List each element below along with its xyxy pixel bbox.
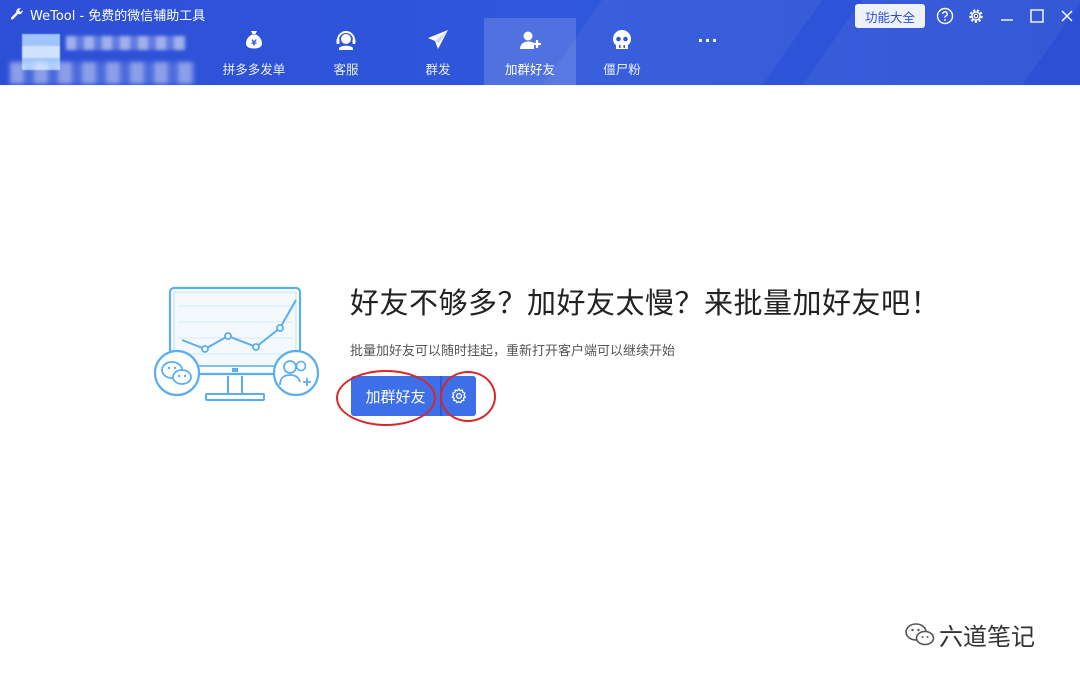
tab-pdd[interactable]: ¥ 拼多多发单 [208,18,300,85]
gear-icon [969,9,983,23]
watermark-text: 六道笔记 [939,623,1035,651]
title-bar: WeTool - 免费的微信辅助工具 ¥ 拼多多发单 客服 群发 加群好友 僵尸… [0,0,1080,85]
skull-icon [613,30,631,49]
tab-label: 拼多多发单 [222,62,286,77]
close-button[interactable] [1056,5,1078,27]
maximize-button[interactable] [1026,5,1048,27]
page-subtext: 批量加好友可以随时挂起，重新打开客户端可以继续开始 [350,344,676,359]
account-info-blurred [10,62,195,84]
wechat-icon [153,349,201,397]
monitor-illustration [153,286,320,401]
tab-label: 客服 [333,62,359,77]
tab-more[interactable]: ··· [668,18,748,85]
watermark: 六道笔记 [905,617,1035,652]
maximize-icon [1030,9,1044,23]
tab-broadcast[interactable]: 群发 [392,18,484,85]
annotation-circle [336,370,436,426]
wechat-logo-icon [905,622,935,645]
tab-label: 僵尸粉 [603,62,641,77]
help-icon [936,7,954,25]
headset-icon [336,31,356,50]
account-name-blurred [66,36,186,50]
annotation-circle [440,371,496,422]
paper-plane-icon [428,30,448,49]
tab-add-group-friends[interactable]: 加群好友 [484,18,576,85]
money-bag-icon: ¥ [246,31,262,49]
page-headline: 好友不够多？加好友太慢？来批量加好友吧！ [350,286,941,320]
tab-zombie-fans[interactable]: 僵尸粉 [576,18,668,85]
help-button[interactable] [934,5,956,27]
all-features-button[interactable]: 功能大全 [855,4,925,28]
more-icon: ··· [697,30,719,50]
svg-text:¥: ¥ [251,39,257,48]
tab-label: 加群好友 [504,62,555,77]
nav-tabs: ¥ 拼多多发单 客服 群发 加群好友 僵尸粉 ··· [208,18,748,85]
add-friends-icon [272,349,320,397]
minimize-icon [1001,19,1013,21]
window-title: WeTool - 免费的微信辅助工具 [30,8,206,24]
app-title: WeTool - 免费的微信辅助工具 [10,4,205,24]
add-user-icon [520,31,541,49]
close-icon [1061,10,1073,22]
tab-label: 群发 [425,62,451,77]
tab-service[interactable]: 客服 [300,18,392,85]
wrench-icon [10,8,23,20]
settings-button[interactable] [965,5,987,27]
minimize-button[interactable] [996,5,1018,27]
